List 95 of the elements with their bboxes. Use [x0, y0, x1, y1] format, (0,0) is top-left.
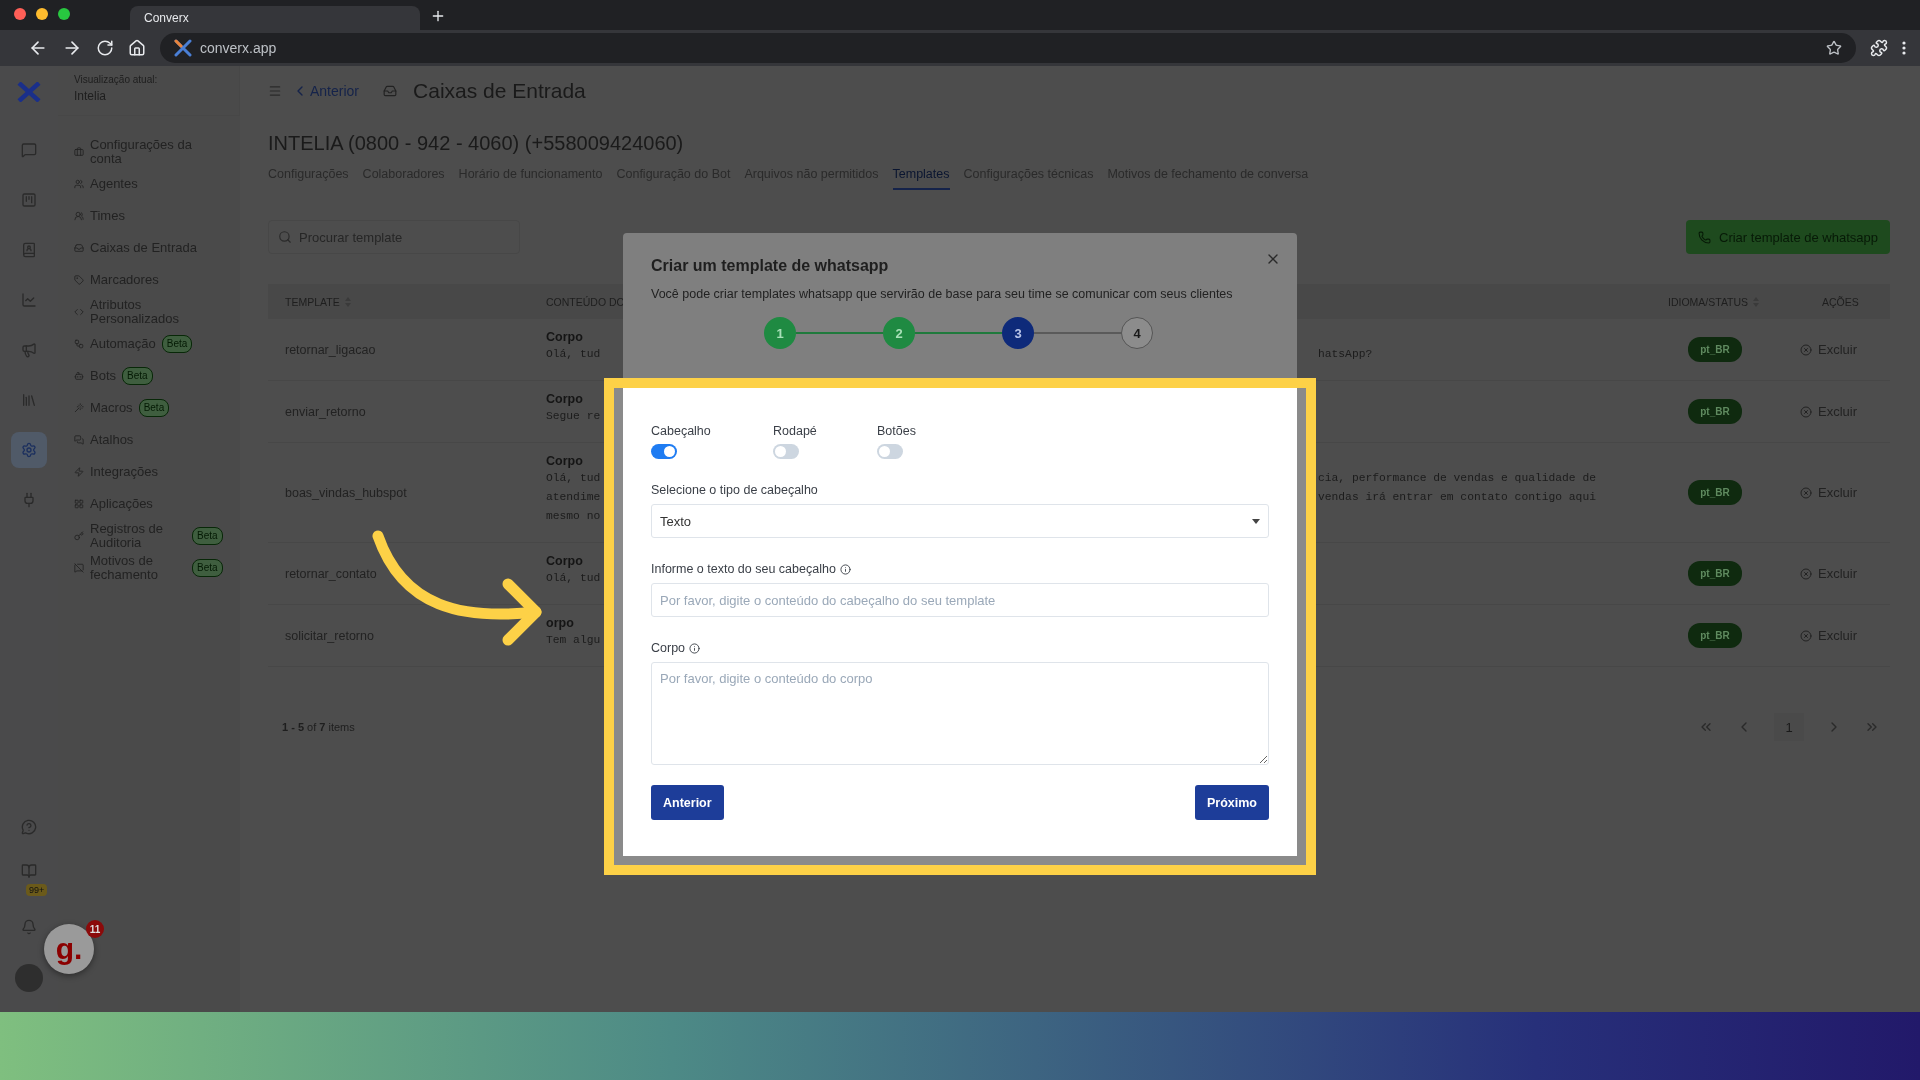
phone-icon [1698, 230, 1711, 244]
field-label: Informe o texto do seu cabeçalho [651, 562, 836, 576]
next-button[interactable]: Próximo [1195, 785, 1269, 820]
content-heading: Corpo [546, 453, 584, 469]
megaphone-icon [21, 342, 37, 358]
new-tab-button[interactable] [430, 8, 446, 24]
reload-button[interactable] [96, 39, 114, 57]
back-link[interactable]: Anterior [292, 83, 360, 99]
minimize-window-dot[interactable] [36, 8, 48, 20]
step-indicator: 4 [1121, 317, 1153, 349]
board-icon [21, 192, 37, 208]
library-icon [21, 392, 37, 408]
field-label: Corpo [651, 641, 686, 655]
content-heading: Corpo [546, 553, 584, 569]
toggle-label: Botões [877, 424, 917, 438]
home-button[interactable] [128, 39, 146, 57]
language-tag: pt_BR [1688, 337, 1742, 362]
key-icon [74, 531, 84, 541]
inbox-icon [74, 243, 84, 253]
settings-button[interactable] [11, 432, 47, 468]
toggle-switch[interactable] [651, 444, 677, 459]
toggle-switch[interactable] [877, 444, 903, 459]
circle-x-icon [1800, 343, 1812, 356]
circle-x-icon [1800, 567, 1812, 580]
content-heading: Corpo [546, 329, 584, 345]
home-icon [128, 39, 146, 57]
settings-icon [21, 442, 37, 458]
beta-tag: Beta [192, 527, 223, 545]
field-label: Selecione o tipo de cabeçalho [651, 483, 819, 497]
bookmark-star-icon[interactable] [1826, 40, 1842, 56]
puzzle-icon [1870, 39, 1888, 57]
plus-icon [430, 8, 446, 24]
browser-menu-button[interactable] [1902, 41, 1906, 55]
content-heading: orpo [546, 615, 575, 631]
search-icon [278, 230, 292, 244]
bolt-icon [74, 467, 84, 477]
reload-icon [96, 39, 114, 57]
avatar[interactable] [15, 964, 43, 992]
x-logo-icon [174, 39, 192, 57]
step-indicator: 1 [764, 317, 796, 349]
toggle-label: Cabeçalho [651, 424, 712, 438]
previous-button[interactable]: Anterior [651, 785, 724, 820]
info-icon[interactable] [689, 642, 701, 654]
grid-icon [74, 499, 84, 509]
info-icon[interactable] [839, 563, 851, 575]
tag-icon [74, 275, 84, 285]
inbox-icon [383, 84, 398, 98]
modal-description: Você pode criar templates whatsapp que servirão de base para seu time se comunicar com seus clientes [651, 286, 1234, 303]
chat-bubbles-icon [74, 435, 84, 445]
people-icon [74, 179, 84, 189]
bot-icon [74, 371, 84, 381]
beta-tag: Beta [138, 399, 170, 417]
modal-title: Criar um template de whatsapp [651, 257, 890, 275]
extensions-button[interactable] [1870, 39, 1888, 57]
step-indicator: 2 [883, 317, 915, 349]
bell-icon [21, 919, 37, 935]
plug-icon [21, 492, 37, 508]
chat-off-icon [74, 563, 84, 573]
dropdown-caret-icon [1252, 518, 1260, 524]
header-type-select[interactable]: Texto [651, 504, 1269, 538]
body-text-area[interactable]: Por favor, digite o conteúdo do corpo [651, 662, 1269, 765]
language-tag: pt_BR [1688, 399, 1742, 424]
briefcase-icon [74, 147, 84, 157]
group-icon [74, 211, 84, 221]
help-icon [21, 819, 37, 835]
chart-icon [21, 292, 37, 308]
wand-icon [74, 403, 84, 413]
tab[interactable]: Templates [892, 167, 950, 190]
maximize-window-dot[interactable] [58, 8, 70, 20]
contact-book-icon [21, 242, 37, 258]
toggle-label: Rodapé [773, 424, 818, 438]
code-icon [74, 307, 84, 317]
circle-x-icon [1800, 486, 1812, 499]
book-icon [21, 863, 37, 879]
step-indicator: 3 [1002, 317, 1034, 349]
header-text-field[interactable]: Por favor, digite o conteúdo do cabeçalho do seu template [651, 583, 1269, 617]
menu-icon[interactable] [268, 84, 282, 98]
beta-tag: Beta [161, 335, 193, 353]
notification-count: 99+ [26, 884, 48, 896]
browser-tab[interactable]: Converx [130, 6, 420, 30]
beta-tag: Beta [122, 367, 153, 385]
workflow-icon [74, 339, 84, 349]
language-tag: pt_BR [1688, 561, 1742, 586]
language-tag: pt_BR [1688, 480, 1742, 505]
address-bar[interactable]: converx.app [160, 33, 1856, 63]
circle-x-icon [1800, 405, 1812, 418]
close-window-dot[interactable] [14, 8, 26, 20]
beta-tag: Beta [192, 559, 223, 577]
toggle-switch[interactable] [773, 444, 799, 459]
x-logo-icon [17, 82, 41, 102]
circle-x-icon [1800, 629, 1812, 642]
language-tag: pt_BR [1688, 623, 1742, 648]
content-heading: Corpo [546, 391, 584, 407]
menu-dots-icon [1902, 41, 1906, 55]
chat-icon [21, 142, 37, 158]
